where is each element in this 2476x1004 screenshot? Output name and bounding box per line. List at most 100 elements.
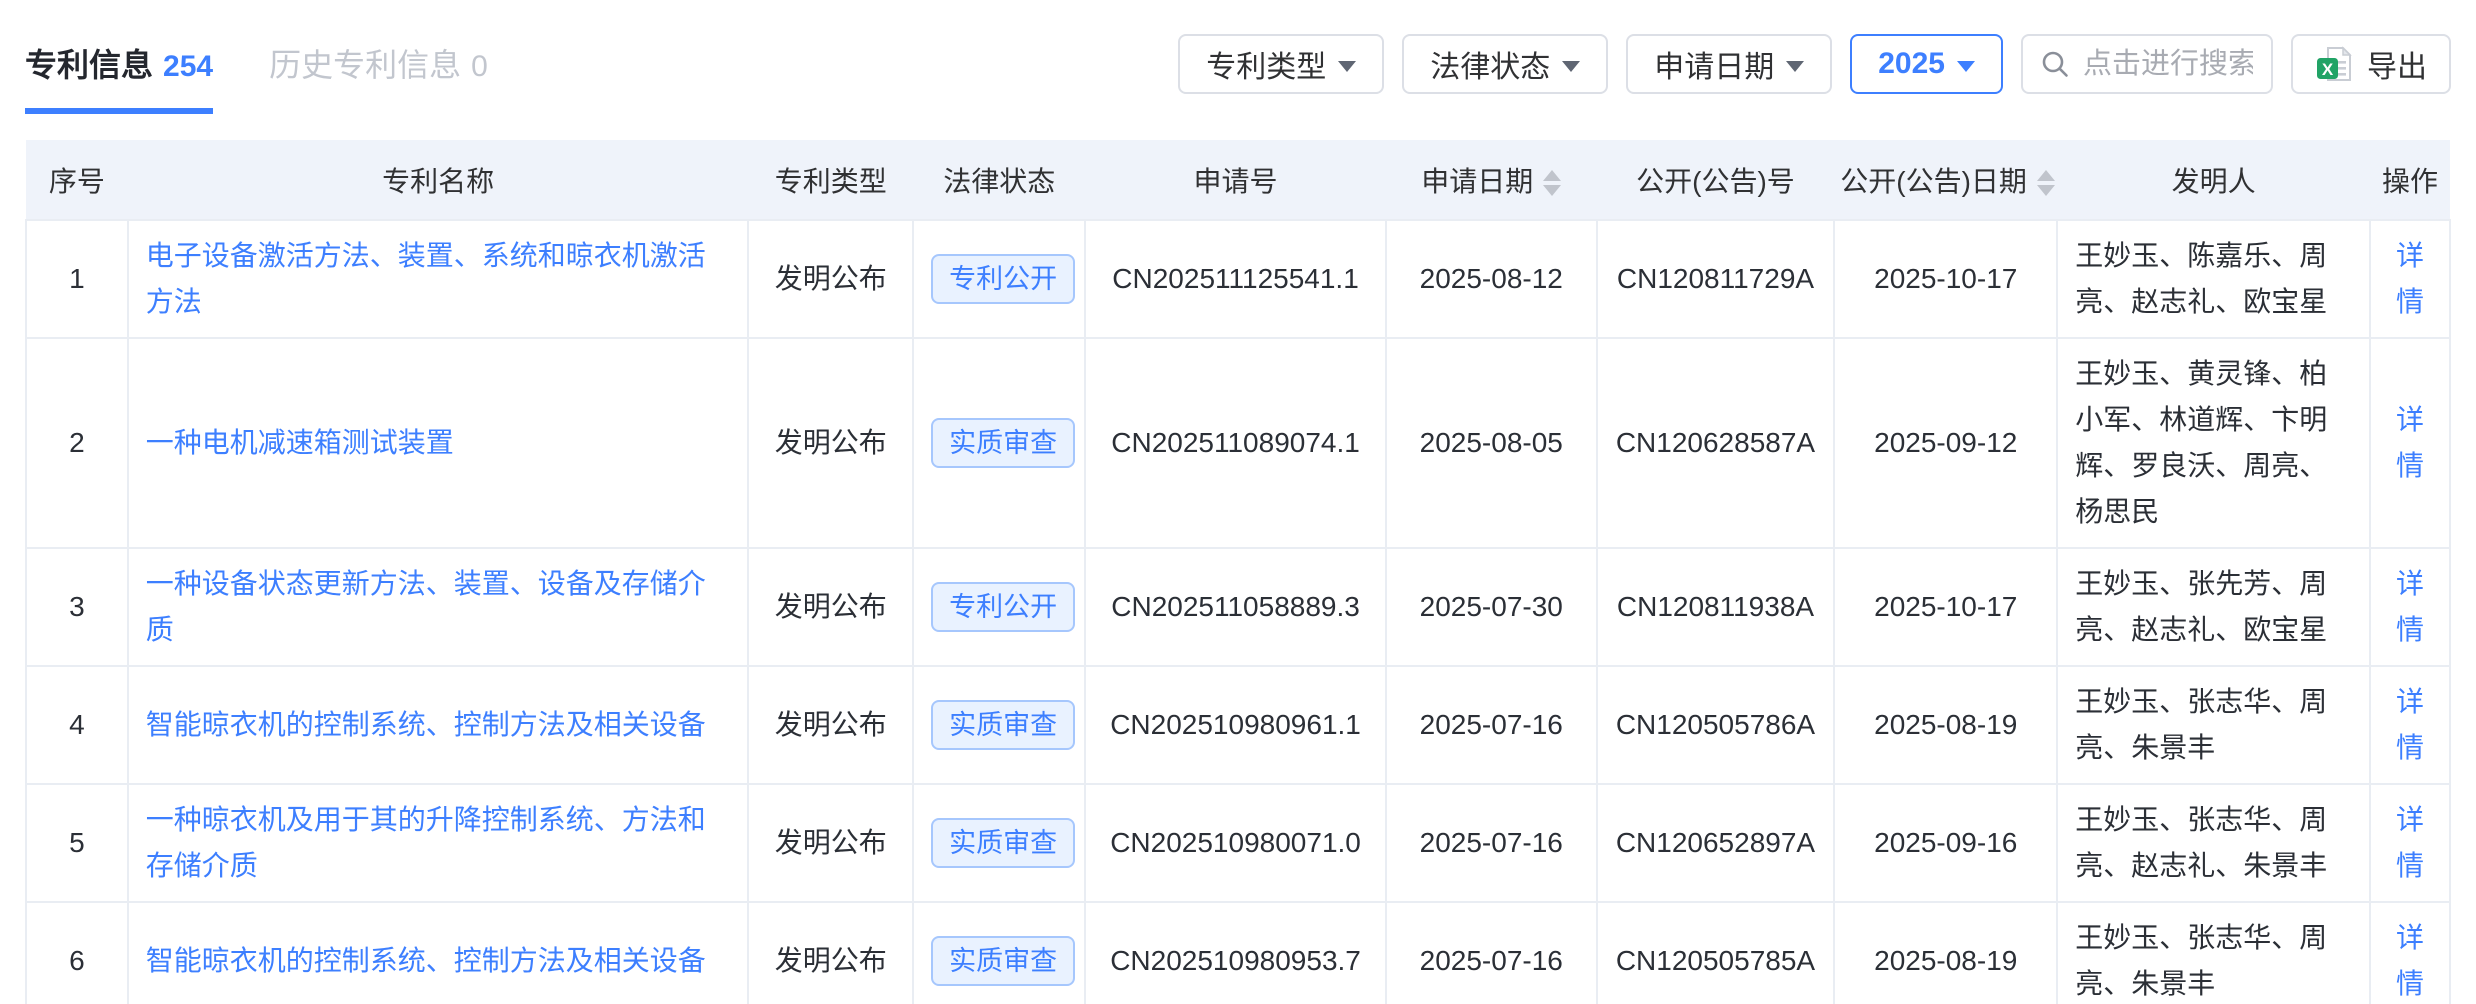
cell-inventors: 王妙玉、张先芳、周亮、赵志礼、欧宝星 <box>2056 547 2371 667</box>
detail-link[interactable]: 详情 <box>2396 568 2424 645</box>
detail-link[interactable]: 详情 <box>2396 404 2424 481</box>
cell-application-date: 2025-07-16 <box>1384 665 1598 785</box>
chevron-down-icon <box>1338 60 1357 72</box>
detail-link[interactable]: 详情 <box>2396 804 2424 881</box>
search-box[interactable] <box>2021 34 2273 94</box>
cell-publication-no: CN120811938A <box>1595 547 1836 667</box>
cell-legal-status: 专利公开 <box>912 219 1087 339</box>
cell-publication-date: 2025-08-19 <box>1833 665 2059 785</box>
col-header-no: 序号 <box>26 140 128 220</box>
cell-no: 5 <box>25 783 129 903</box>
table-row: 1 电子设备激活方法、装置、系统和晾衣机激活方法 发明公布 专利公开 CN202… <box>25 219 2452 339</box>
export-label: 导出 <box>2367 51 2427 84</box>
dropdown-label: 2025 <box>1878 47 1945 80</box>
cell-publication-no: CN120628587A <box>1595 337 1836 549</box>
sort-icon[interactable] <box>2036 170 2055 197</box>
excel-icon: X <box>2317 46 2352 81</box>
sort-icon[interactable] <box>1543 170 1562 197</box>
year-dropdown[interactable]: 2025 <box>1850 34 2003 94</box>
col-header-inventors: 发明人 <box>2057 140 2370 220</box>
tab-history-patent-info[interactable]: 历史专利信息 0 <box>269 40 488 114</box>
export-button[interactable]: X 导出 <box>2291 34 2451 94</box>
table-row: 4 智能晾衣机的控制系统、控制方法及相关设备 发明公布 实质审查 CN20251… <box>25 665 2452 785</box>
cell-action: 详情 <box>2368 901 2452 1004</box>
cell-patent-type: 发明公布 <box>747 665 915 785</box>
dropdown-label: 法律状态 <box>1430 51 1551 84</box>
cell-publication-date: 2025-10-17 <box>1833 219 2059 339</box>
cell-application-date: 2025-07-16 <box>1384 901 1598 1004</box>
cell-patent-name: 一种设备状态更新方法、装置、设备及存储介质 <box>126 547 750 667</box>
dropdown-label: 申请日期 <box>1654 51 1775 84</box>
cell-application-no: CN202511058889.3 <box>1084 547 1387 667</box>
patent-name-link[interactable]: 一种晾衣机及用于其的升降控制系统、方法和存储介质 <box>146 804 706 881</box>
patent-name-link[interactable]: 智能晾衣机的控制系统、控制方法及相关设备 <box>146 945 706 976</box>
cell-application-no: CN202510980071.0 <box>1084 783 1387 903</box>
tab-label: 历史专利信息 <box>269 47 462 83</box>
cell-publication-date: 2025-10-17 <box>1833 547 2059 667</box>
detail-link[interactable]: 详情 <box>2396 240 2424 317</box>
search-input[interactable] <box>2083 47 2253 81</box>
cell-application-no: CN202510980953.7 <box>1084 901 1387 1004</box>
col-header-application-date: 申请日期 <box>1385 140 1597 220</box>
cell-no: 1 <box>25 219 129 339</box>
col-header-publication-date: 公开(公告)日期 <box>1834 140 2058 220</box>
col-header-legal-status: 法律状态 <box>913 140 1086 220</box>
tab-patent-info[interactable]: 专利信息 254 <box>25 40 214 114</box>
patent-name-link[interactable]: 一种电机减速箱测试装置 <box>146 427 454 458</box>
chevron-down-icon <box>1957 60 1975 72</box>
table-header: 序号 专利名称 专利类型 法律状态 申请号 申请日期 公开(公告)号 公开(公告… <box>26 140 2450 220</box>
col-header-patent-type: 专利类型 <box>748 140 914 220</box>
search-icon <box>2042 51 2068 77</box>
col-header-patent-name: 专利名称 <box>127 140 749 220</box>
cell-publication-date: 2025-08-19 <box>1833 901 2059 1004</box>
cell-publication-no: CN120505786A <box>1595 665 1836 785</box>
dropdown-label: 专利类型 <box>1206 51 1327 84</box>
cell-legal-status: 专利公开 <box>912 547 1087 667</box>
cell-inventors: 王妙玉、张志华、周亮、朱景丰 <box>2056 665 2371 785</box>
cell-patent-name: 电子设备激活方法、装置、系统和晾衣机激活方法 <box>126 219 750 339</box>
cell-action: 详情 <box>2368 219 2452 339</box>
cell-patent-type: 发明公布 <box>747 337 915 549</box>
cell-application-no: CN202510980961.1 <box>1084 665 1387 785</box>
patent-name-link[interactable]: 电子设备激活方法、装置、系统和晾衣机激活方法 <box>146 240 706 317</box>
cell-legal-status: 实质审查 <box>912 901 1087 1004</box>
patent-name-link[interactable]: 一种设备状态更新方法、装置、设备及存储介质 <box>146 568 706 645</box>
cell-publication-no: CN120811729A <box>1595 219 1836 339</box>
cell-action: 详情 <box>2368 337 2452 549</box>
cell-publication-date: 2025-09-12 <box>1833 337 2059 549</box>
cell-no: 6 <box>25 901 129 1004</box>
tab-count-badge: 0 <box>471 50 488 83</box>
cell-application-date: 2025-08-05 <box>1384 337 1598 549</box>
patent-type-dropdown[interactable]: 专利类型 <box>1178 34 1385 94</box>
detail-link[interactable]: 详情 <box>2396 922 2424 999</box>
top-bar: 专利信息 254 历史专利信息 0 专利类型 法律状态 申请日期 2025 点击… <box>25 34 2451 114</box>
tab-label: 专利信息 <box>25 47 154 83</box>
detail-link[interactable]: 详情 <box>2396 686 2424 763</box>
cell-patent-name: 一种晾衣机及用于其的升降控制系统、方法和存储介质 <box>126 783 750 903</box>
table-row: 3 一种设备状态更新方法、装置、设备及存储介质 发明公布 专利公开 CN2025… <box>25 547 2452 667</box>
patent-table: 序号 专利名称 专利类型 法律状态 申请号 申请日期 公开(公告)号 公开(公告… <box>25 140 2452 1004</box>
cell-application-no: CN202511089074.1 <box>1084 337 1387 549</box>
cell-inventors: 王妙玉、陈嘉乐、周亮、赵志礼、欧宝星 <box>2056 219 2371 339</box>
status-badge: 实质审查 <box>931 818 1076 868</box>
patent-name-link[interactable]: 智能晾衣机的控制系统、控制方法及相关设备 <box>146 709 706 740</box>
cell-application-date: 2025-07-16 <box>1384 783 1598 903</box>
cell-legal-status: 实质审查 <box>912 337 1087 549</box>
svg-text:X: X <box>2322 60 2334 79</box>
cell-patent-name: 智能晾衣机的控制系统、控制方法及相关设备 <box>126 665 750 785</box>
cell-patent-name: 智能晾衣机的控制系统、控制方法及相关设备 <box>126 901 750 1004</box>
tab-bar: 专利信息 254 历史专利信息 0 <box>25 34 488 114</box>
cell-inventors: 王妙玉、张志华、周亮、赵志礼、朱景丰 <box>2056 783 2371 903</box>
legal-status-dropdown[interactable]: 法律状态 <box>1402 34 1609 94</box>
chevron-down-icon <box>1562 60 1581 72</box>
cell-publication-date: 2025-09-16 <box>1833 783 2059 903</box>
cell-no: 3 <box>25 547 129 667</box>
apply-date-dropdown[interactable]: 申请日期 <box>1626 34 1833 94</box>
chevron-down-icon <box>1786 60 1805 72</box>
cell-action: 详情 <box>2368 783 2452 903</box>
table-row: 2 一种电机减速箱测试装置 发明公布 实质审查 CN202511089074.1… <box>25 337 2452 549</box>
cell-no: 4 <box>25 665 129 785</box>
cell-patent-name: 一种电机减速箱测试装置 <box>126 337 750 549</box>
status-badge: 实质审查 <box>931 700 1076 750</box>
filter-toolbar: 专利类型 法律状态 申请日期 2025 点击进行搜索 X 导出 <box>1178 34 2451 94</box>
